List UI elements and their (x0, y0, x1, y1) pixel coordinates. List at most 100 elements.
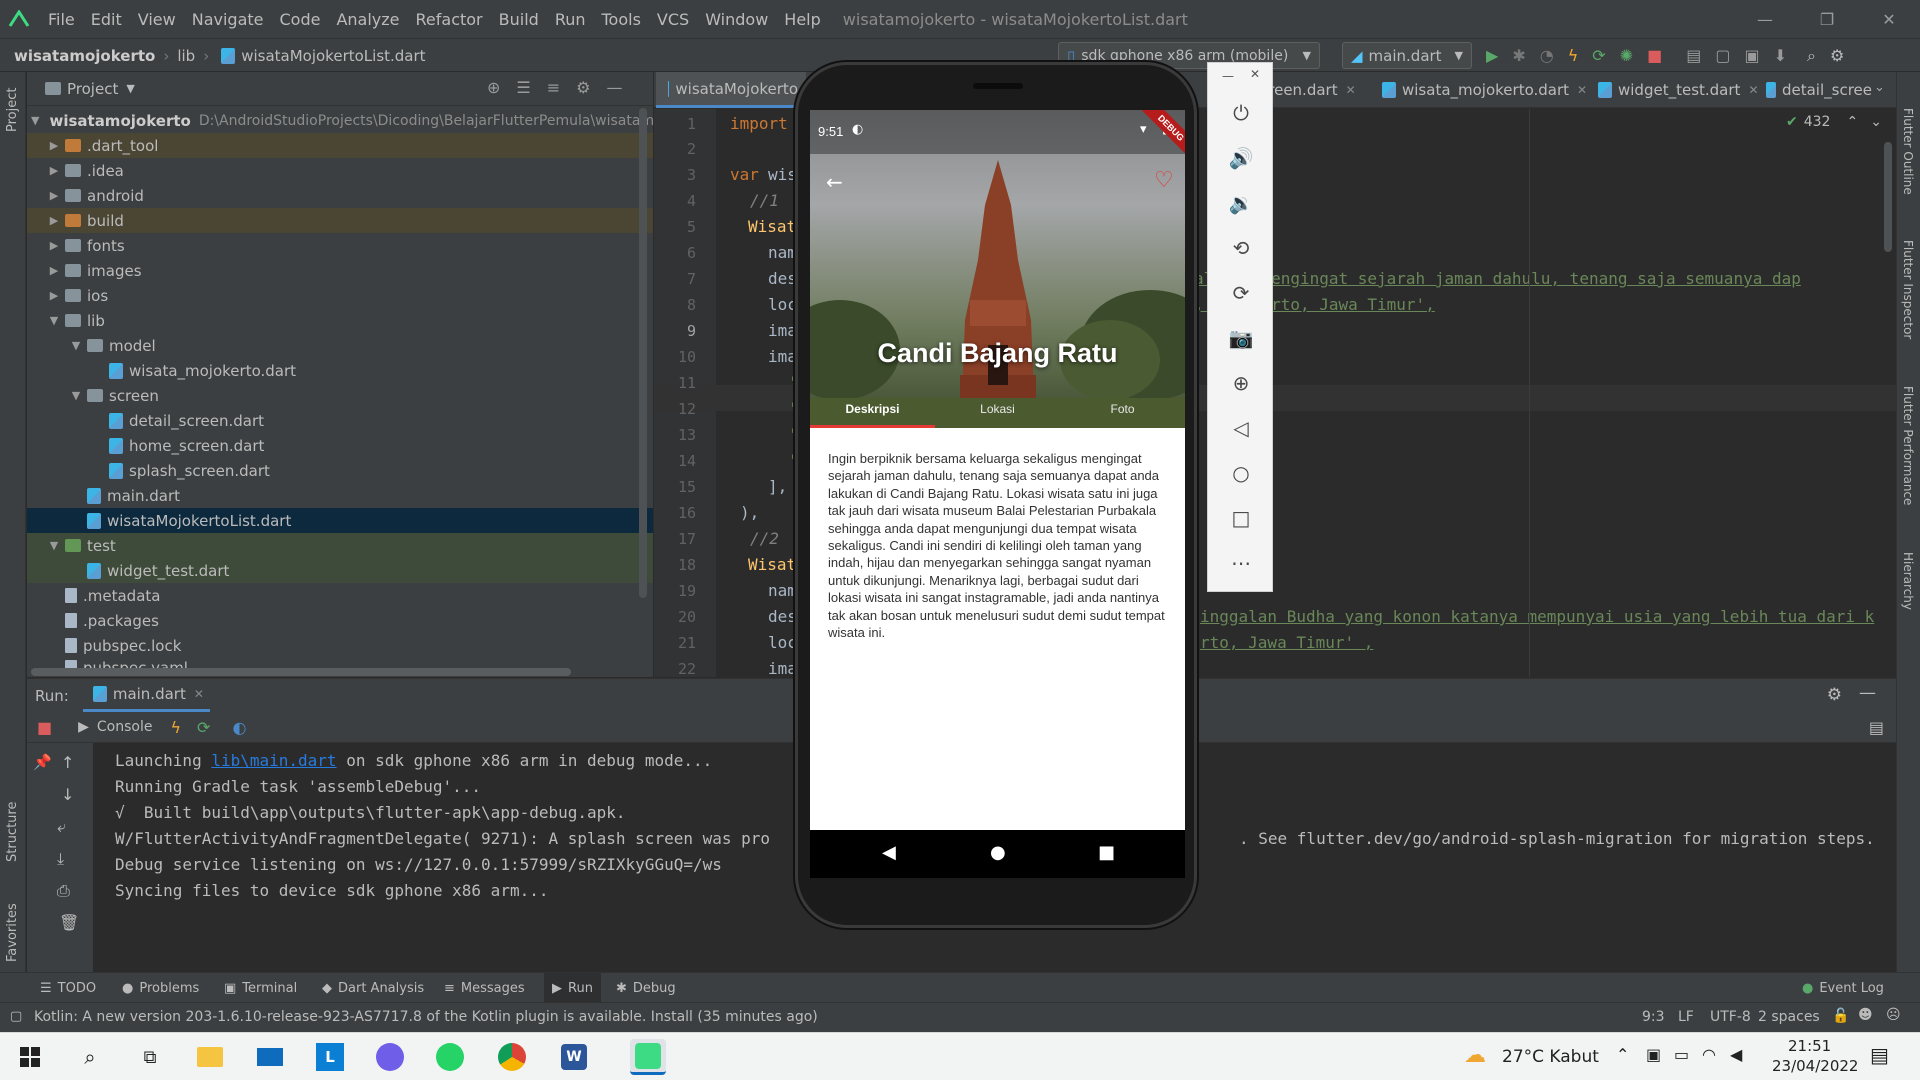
tree-item[interactable]: ▶ fonts (27, 233, 653, 258)
chevron-down-icon[interactable]: ▼ (47, 539, 61, 552)
stop-icon[interactable]: ■ (1647, 46, 1662, 65)
chevron-right-icon[interactable]: ▶ (47, 264, 61, 277)
chevron-down-icon[interactable]: ⌄ (1870, 114, 1882, 130)
arrow-down-icon[interactable]: ↓ (61, 785, 74, 804)
tab-wisata-mojokerto[interactable]: wisata_mojokerto.dart ✕ (1370, 72, 1595, 108)
status-message[interactable]: Kotlin: A new version 203-1.6.10-release… (34, 1009, 818, 1025)
tab-lokasi[interactable]: Lokasi (935, 402, 1060, 416)
tab-wisatamojokertolist[interactable]: wisataMojokerto (656, 72, 806, 108)
lock-icon[interactable]: 🔓 (1832, 1008, 1849, 1024)
tree-item[interactable]: pubspec.lock (27, 633, 653, 658)
network-icon[interactable]: ▣ (1646, 1045, 1661, 1064)
close-icon[interactable]: ✕ (1858, 0, 1920, 38)
flutter-performance-tab[interactable]: Flutter Performance (1901, 386, 1915, 505)
tree-item-selected[interactable]: wisataMojokertoList.dart (27, 508, 653, 533)
chevron-up-icon[interactable]: ⌃ (1616, 1045, 1629, 1064)
home-icon[interactable]: ○ (1208, 453, 1274, 493)
menu-navigate[interactable]: Navigate (184, 10, 272, 29)
close-icon[interactable]: ✕ (194, 687, 204, 701)
android-studio-taskbar-icon[interactable] (630, 1039, 666, 1075)
tree-item[interactable]: .metadata (27, 583, 653, 608)
print-icon[interactable]: ⎙ (57, 881, 70, 901)
tree-item[interactable]: ▼ screen (27, 383, 653, 408)
rotate-right-icon[interactable]: ⟳ (1208, 273, 1274, 313)
debug-tool-button[interactable]: ✱ Debug (616, 973, 676, 1003)
minimize-icon[interactable]: — (1222, 69, 1234, 83)
camera-icon[interactable]: 📷 (1208, 318, 1274, 358)
file-encoding[interactable]: UTF-8 (1710, 1009, 1751, 1025)
menu-run[interactable]: Run (547, 10, 594, 29)
clock-time[interactable]: 21:51 (1788, 1037, 1831, 1055)
profile-icon[interactable]: ◔ (1540, 46, 1554, 65)
locate-file-icon[interactable]: ⊕ (487, 78, 500, 97)
tabs-overflow-icon[interactable]: ⌄ (1874, 80, 1885, 95)
editor-scrollbar[interactable] (1884, 142, 1892, 252)
tree-item[interactable]: widget_test.dart (27, 558, 653, 583)
word-icon[interactable]: W (556, 1039, 592, 1075)
clock-date[interactable]: 23/04/2022 (1772, 1057, 1858, 1075)
overview-icon[interactable]: □ (1208, 498, 1274, 538)
device-manager-icon[interactable]: ▣ (1744, 46, 1759, 65)
tab-widget-test[interactable]: widget_test.dart ✕ (1586, 72, 1767, 108)
settings-icon[interactable]: ⚙ (1830, 46, 1844, 65)
hot-reload-icon[interactable]: ϟ (170, 718, 181, 737)
terminal-tool-button[interactable]: ▣ Terminal (224, 973, 297, 1003)
tab-deskripsi[interactable]: Deskripsi (810, 402, 935, 416)
more-icon[interactable]: ⋯ (1208, 543, 1274, 583)
chevron-down-icon[interactable]: ▼ (69, 389, 83, 402)
layout-icon[interactable]: ▤ (1869, 718, 1884, 737)
horizontal-scrollbar[interactable] (31, 668, 571, 676)
volume-down-icon[interactable]: 🔉 (1208, 183, 1274, 223)
breadcrumb-project[interactable]: wisatamojokerto (14, 47, 155, 65)
attach-debugger-icon[interactable]: ✺ (1620, 46, 1633, 65)
nav-home-icon[interactable]: ● (990, 842, 1006, 863)
tree-item[interactable]: ▼ test (27, 533, 653, 558)
chrome-icon[interactable] (494, 1039, 530, 1075)
menu-window[interactable]: Window (697, 10, 776, 29)
hierarchy-tab[interactable]: Hierarchy (1901, 552, 1915, 610)
menu-build[interactable]: Build (491, 10, 547, 29)
breadcrumb-file[interactable]: wisataMojokertoList.dart (241, 47, 425, 65)
windows-start-icon[interactable] (12, 1039, 48, 1075)
flutter-outline-tab[interactable]: Flutter Outline (1901, 108, 1915, 195)
dart-analysis-tool-button[interactable]: ◆ Dart Analysis (322, 973, 424, 1003)
event-log-button[interactable]: ● Event Log (1802, 973, 1884, 1003)
run-config-selector[interactable]: ◢ main.dart ▼ (1342, 42, 1472, 69)
collapse-all-icon[interactable]: ≡ (547, 78, 560, 97)
chevron-right-icon[interactable]: ▶ (47, 289, 61, 302)
wifi-icon[interactable]: ◠ (1702, 1045, 1716, 1064)
volume-up-icon[interactable]: 🔊 (1208, 138, 1274, 178)
discord-icon[interactable] (372, 1039, 408, 1075)
inspector-icon[interactable]: ☻ (1858, 1007, 1873, 1023)
project-structure-icon[interactable]: ▤ (1686, 46, 1701, 65)
trash-icon[interactable]: 🗑 (59, 913, 79, 932)
search-icon[interactable]: ⌕ (1807, 46, 1816, 66)
menu-edit[interactable]: Edit (83, 10, 130, 29)
flutter-inspector-tab[interactable]: Flutter Inspector (1901, 240, 1915, 339)
console-link[interactable]: lib\main.dart (211, 751, 336, 770)
menu-file[interactable]: File (40, 10, 83, 29)
notifications-icon[interactable]: ☹ (1886, 1007, 1901, 1023)
close-icon[interactable]: ✕ (1346, 83, 1356, 97)
chevron-right-icon[interactable]: ▶ (47, 189, 61, 202)
vertical-scrollbar[interactable] (639, 108, 647, 598)
chevron-down-icon[interactable]: ▼ (31, 114, 39, 127)
arrow-up-icon[interactable]: ↑ (61, 753, 74, 772)
chevron-right-icon[interactable]: ▶ (47, 239, 61, 252)
gear-icon[interactable]: ⚙ (576, 78, 590, 97)
menu-help[interactable]: Help (776, 10, 828, 29)
tree-item[interactable]: ▶ images (27, 258, 653, 283)
chevron-down-icon[interactable]: ▼ (126, 82, 134, 95)
back-icon[interactable]: ◁ (1208, 408, 1274, 448)
project-view-selector[interactable]: Project (67, 80, 118, 98)
mail-icon[interactable] (252, 1039, 288, 1075)
nav-back-icon[interactable]: ◀ (882, 842, 896, 863)
search-icon[interactable]: ⌕ (72, 1039, 108, 1075)
minimize-icon[interactable]: — (1734, 0, 1796, 38)
tree-item[interactable]: .packages (27, 608, 653, 633)
tree-item[interactable]: ▶ build (27, 208, 653, 233)
hot-reload-icon[interactable]: ϟ (1568, 46, 1579, 65)
run-tool-button[interactable]: ▶ Run (544, 973, 601, 1003)
tree-item[interactable]: ▶ ios (27, 283, 653, 308)
line-separator[interactable]: LF (1678, 1009, 1694, 1025)
